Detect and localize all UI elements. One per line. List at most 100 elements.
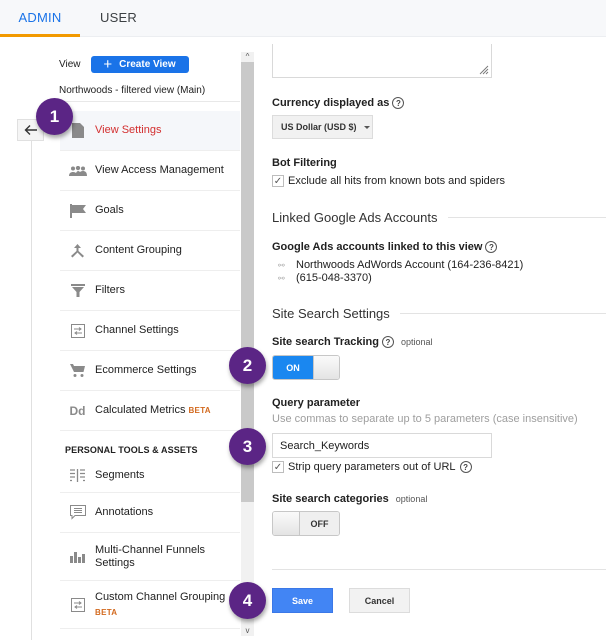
channel-icon [60, 597, 95, 612]
sidebar-item-label: View Settings [95, 124, 162, 136]
view-description-textarea[interactable] [272, 44, 492, 78]
divider [272, 569, 606, 570]
sidebar-item-label: Annotations [95, 506, 154, 518]
sidebar-item-content-grouping[interactable]: Content Grouping [60, 231, 240, 271]
currency-value: US Dollar (USD $) [281, 122, 357, 132]
sidebar-item-view-settings[interactable]: View Settings [60, 111, 240, 151]
sidebar-item-ecommerce-settings[interactable]: Ecommerce Settings [60, 351, 240, 391]
site-search-section-title: Site Search Settings [272, 306, 606, 321]
resize-grip-icon[interactable] [479, 65, 489, 75]
sidebar-scrollbar[interactable]: ^ v [241, 52, 254, 636]
filter-icon [60, 284, 95, 297]
flag-icon [60, 203, 95, 218]
query-parameter-label: Query parameter [272, 397, 361, 409]
toggle-knob [273, 512, 300, 535]
create-view-button[interactable]: + Create View [90, 55, 189, 73]
sidebar-item-annotations[interactable]: Annotations [60, 493, 240, 533]
bar-chart-icon [60, 551, 95, 563]
help-icon[interactable]: ? [392, 97, 405, 109]
toggle-state: OFF [300, 512, 339, 535]
sidebar-item-custom-channel-grouping[interactable]: Custom Channel Grouping BETA [60, 581, 240, 629]
sidebar-item-calculated-metrics[interactable]: Dd Calculated Metrics BETA [60, 391, 240, 431]
caret-down-icon [363, 125, 370, 129]
save-button[interactable]: Save [272, 588, 333, 613]
callout-badge-4: 4 [229, 582, 266, 619]
callout-badge-2: 2 [229, 347, 266, 384]
view-row: View + Create View [59, 56, 189, 73]
sidebar-item-label: Multi-Channel Funnels Settings [95, 543, 206, 569]
linked-account[interactable]: ⚯ (615-048-3370) [278, 272, 523, 285]
site-search-categories-row: Site search categories optional [272, 493, 427, 505]
section-title-text: Site Search Settings [272, 306, 390, 321]
sidebar-item-label: Goals [95, 204, 124, 216]
site-search-categories-toggle[interactable]: OFF [272, 511, 340, 536]
linked-ads-label: Google Ads accounts linked to this view [272, 241, 483, 253]
linked-ads-label-row: Google Ads accounts linked to this view … [272, 241, 498, 253]
beta-badge: BETA [188, 406, 211, 415]
section-title-text: Linked Google Ads Accounts [272, 210, 438, 225]
optional-tag: optional [401, 337, 433, 347]
scroll-up-arrow[interactable]: ^ [241, 52, 254, 62]
checkmark-icon: ✓ [273, 461, 283, 473]
tree-line [31, 141, 32, 640]
help-icon[interactable]: ? [459, 461, 472, 473]
query-parameter-hint: Use commas to separate up to 5 parameter… [272, 413, 578, 425]
sidebar-item-channel-settings[interactable]: Channel Settings [60, 311, 240, 351]
sidebar-item-label: Calculated Metrics [95, 404, 186, 416]
section-header: PERSONAL TOOLS & ASSETS [65, 445, 198, 455]
sidebar-item-goals[interactable]: Goals [60, 191, 240, 231]
strip-query-label: Strip query parameters out of URL [288, 461, 456, 473]
sidebar-item-label-wrap: Calculated Metrics BETA [95, 404, 211, 417]
people-icon [60, 165, 95, 176]
site-search-tracking-label: Site search Tracking [272, 336, 379, 348]
callout-badge-3: 3 [229, 428, 266, 465]
sidebar-item-label: Custom Channel Grouping [95, 590, 226, 603]
bot-filtering-label: Bot Filtering [272, 157, 337, 169]
strip-query-row: ✓ Strip query parameters out of URL ? [272, 461, 472, 473]
help-icon[interactable]: ? [485, 241, 498, 253]
site-search-tracking-toggle[interactable]: ON [272, 355, 340, 380]
linked-ads-section-title: Linked Google Ads Accounts [272, 210, 606, 225]
currency-label: Currency displayed as [272, 97, 390, 109]
sidebar-item-view-access-management[interactable]: View Access Management [60, 151, 240, 191]
help-icon[interactable]: ? [382, 336, 394, 348]
comment-icon [60, 505, 95, 520]
dd-icon: Dd [69, 403, 86, 418]
top-tab-bar: ADMIN USER [0, 0, 606, 37]
checkmark-icon: ✓ [273, 175, 283, 187]
currency-dropdown[interactable]: US Dollar (USD $) [272, 115, 373, 139]
optional-tag: optional [395, 494, 428, 504]
plus-icon: + [103, 55, 113, 73]
tab-admin[interactable]: ADMIN [0, 0, 80, 37]
linked-account[interactable]: ⚯ Northwoods AdWords Account (164-236-84… [278, 259, 523, 272]
tab-user[interactable]: USER [100, 0, 137, 37]
bot-filtering-checkbox-label: Exclude all hits from known bots and spi… [288, 175, 506, 187]
sidebar-item-label: Content Grouping [95, 244, 182, 256]
toggle-knob [313, 356, 339, 379]
create-view-label: Create View [119, 59, 176, 70]
cart-icon [60, 364, 95, 377]
sidebar-item-filters[interactable]: Filters [60, 271, 240, 311]
query-parameter-input[interactable] [272, 433, 492, 458]
link-icon: ⚯ [278, 261, 285, 270]
section-rule [447, 217, 606, 218]
channel-icon [60, 323, 95, 338]
cancel-button[interactable]: Cancel [349, 588, 410, 613]
beta-badge: BETA [95, 607, 118, 617]
strip-query-checkbox[interactable]: ✓ [272, 461, 284, 473]
section-header-wrap: PERSONAL TOOLS & ASSETS [60, 431, 240, 459]
toggle-state: ON [273, 356, 313, 379]
sidebar-item-multi-channel-funnels-settings[interactable]: Multi-Channel Funnels Settings [60, 533, 240, 581]
sidebar-menu: View Settings View Access Management Goa… [60, 111, 240, 629]
arrow-left-icon [24, 125, 37, 135]
scroll-down-arrow[interactable]: v [241, 626, 254, 636]
sidebar-item-segments[interactable]: Segments [60, 459, 240, 493]
sidebar-item-label: Channel Settings [95, 324, 179, 336]
callout-badge-1: 1 [36, 98, 73, 135]
view-label: View [59, 59, 81, 70]
sidebar-item-label: Segments [95, 469, 145, 481]
link-icon: ⚯ [278, 274, 285, 283]
sidebar-item-label: Ecommerce Settings [95, 364, 197, 376]
bot-filtering-checkbox[interactable]: ✓ [272, 175, 284, 187]
merge-icon [60, 243, 95, 258]
